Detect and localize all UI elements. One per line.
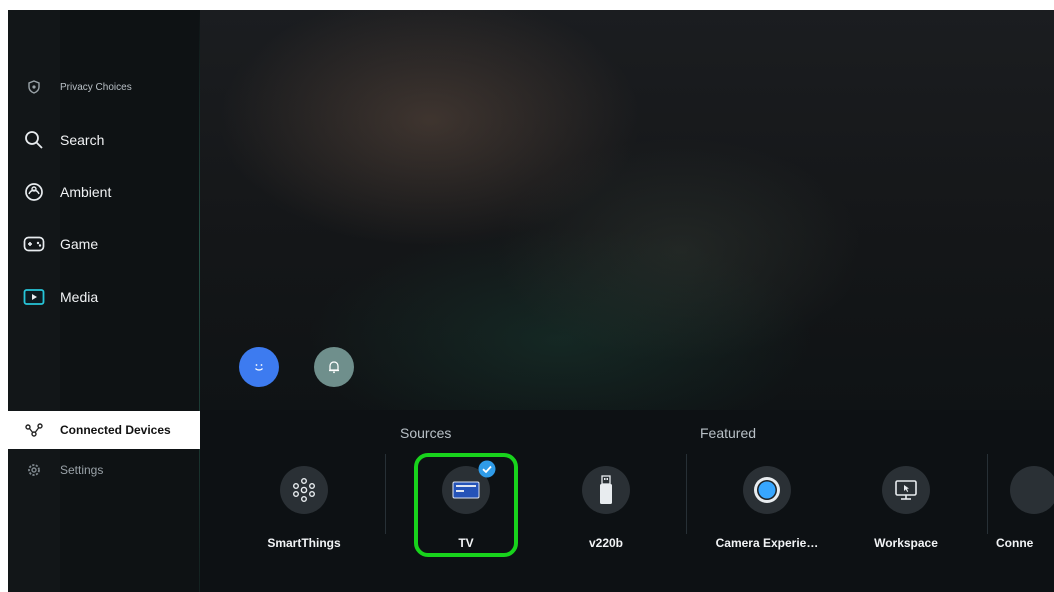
gamepad-icon: [8, 224, 60, 264]
usb-icon: [582, 466, 630, 514]
sidebar-item-label: Search: [60, 132, 105, 148]
sidebar-item-label: Ambient: [60, 184, 112, 200]
smartthings-icon: [280, 466, 328, 514]
tile-label: SmartThings: [267, 536, 341, 550]
connection-icon: [1010, 466, 1054, 514]
divider: [385, 454, 386, 534]
tile-camera-experience[interactable]: Camera Experie…: [712, 466, 822, 550]
media-icon: [8, 277, 60, 317]
section-title-featured: Featured: [700, 425, 757, 441]
shield-icon: [8, 67, 60, 107]
sidebar-item-label: Game: [60, 236, 99, 252]
divider: [987, 454, 988, 534]
bell-icon: [329, 361, 339, 374]
notifications-button[interactable]: [314, 347, 354, 387]
sidebar-item-media[interactable]: Media: [8, 277, 200, 317]
gear-icon: [8, 450, 60, 490]
sidebar-item-label: Media: [60, 289, 99, 305]
tile-label: Camera Experie…: [715, 536, 819, 550]
sidebar-item-privacy-choices[interactable]: Privacy Choices: [8, 67, 200, 107]
profile-button[interactable]: [239, 347, 279, 387]
tile-smartthings[interactable]: SmartThings: [249, 466, 359, 550]
ambient-icon: [8, 172, 60, 212]
sidebar-item-ambient[interactable]: Ambient: [8, 172, 200, 212]
connected-devices-icon: [8, 410, 60, 450]
tile-label: v220b: [588, 536, 624, 550]
camera-icon: [743, 466, 791, 514]
section-title-sources: Sources: [400, 425, 452, 441]
focus-highlight: [414, 453, 518, 557]
sidebar-item-label: Connected Devices: [60, 423, 171, 437]
tile-label: Conne: [996, 536, 1034, 550]
sidebar-item-search[interactable]: Search: [8, 120, 200, 160]
workspace-icon: [882, 466, 930, 514]
tile-v220b[interactable]: v220b: [551, 466, 661, 550]
sidebar-item-connected-devices[interactable]: Connected Devices: [8, 411, 200, 449]
tv-home-screen: Privacy Choices Search Ambient Game Medi…: [8, 10, 1054, 592]
sidebar-item-label: Settings: [60, 463, 104, 477]
tile-workspace[interactable]: Workspace: [851, 466, 961, 550]
sidebar-item-label: Privacy Choices: [60, 81, 132, 93]
tile-label: Workspace: [874, 536, 938, 550]
divider: [686, 454, 687, 534]
search-icon: [8, 120, 60, 160]
sidebar-item-settings[interactable]: Settings: [8, 450, 200, 490]
tile-connection[interactable]: Conne: [996, 466, 1054, 550]
smiley-icon: [255, 364, 263, 371]
sidebar-item-game[interactable]: Game: [8, 224, 200, 264]
